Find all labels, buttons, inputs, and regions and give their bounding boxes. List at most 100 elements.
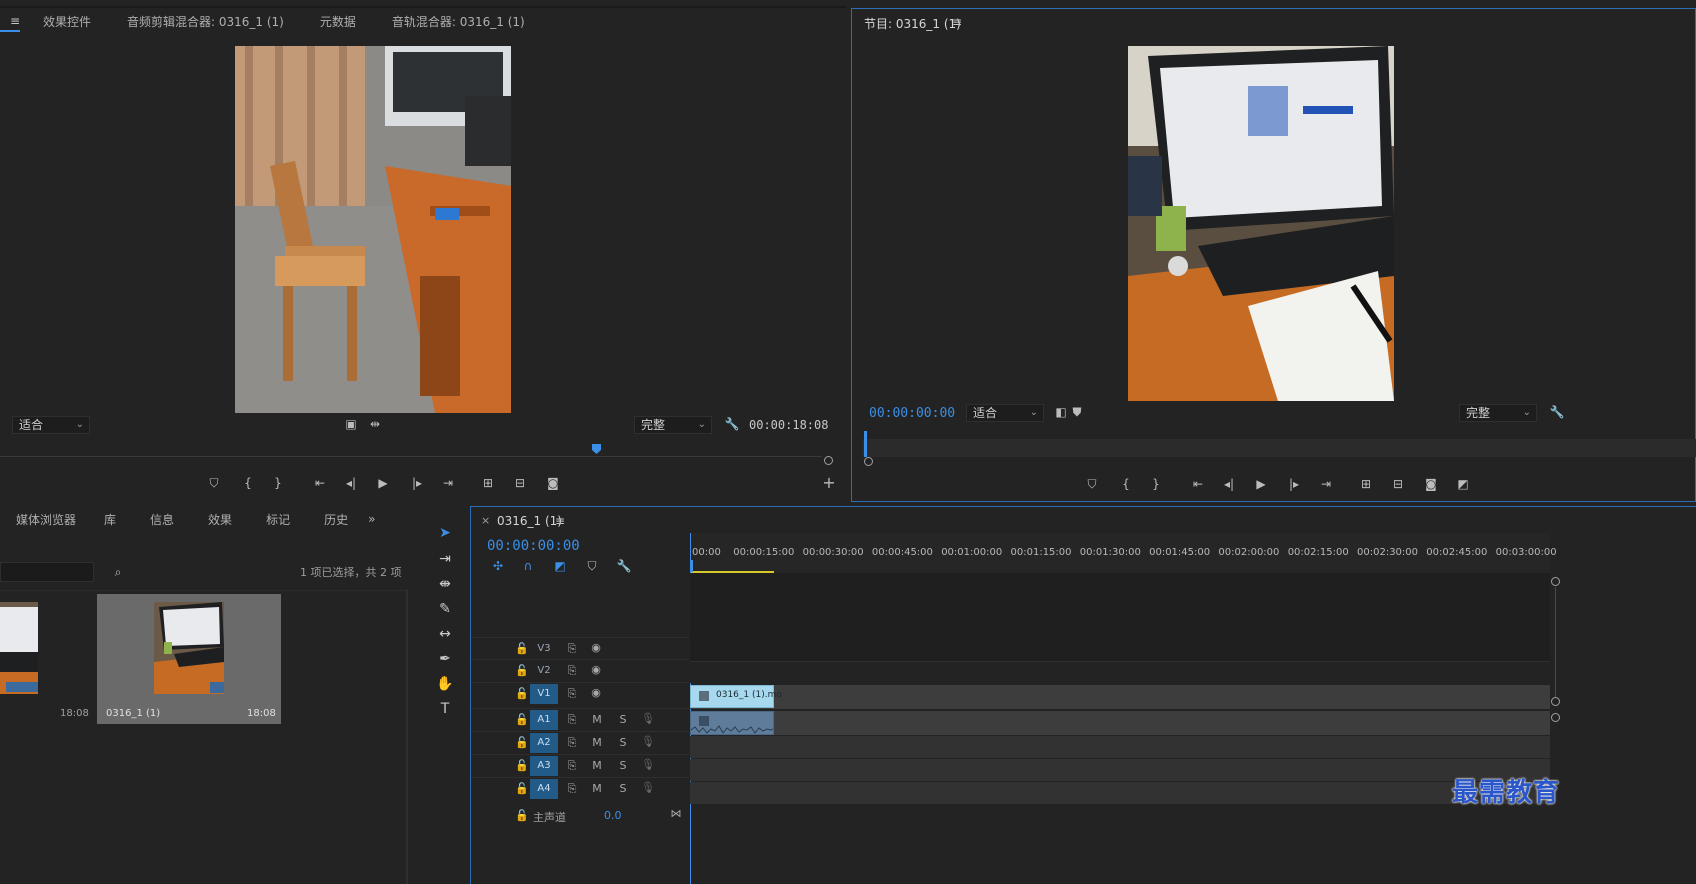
toggle-sync-lock-icon[interactable]: ⎘ <box>565 736 579 750</box>
snap-icon[interactable]: ✣ <box>487 557 509 575</box>
track-area[interactable]: 0316_1 (1).mo <box>690 573 1550 884</box>
program-fit-dropdown[interactable]: 适合 ⌄ <box>966 404 1044 422</box>
source-playhead[interactable] <box>592 444 601 454</box>
play-icon[interactable]: ▶ <box>1250 475 1272 493</box>
go-to-in-icon[interactable]: ⇤ <box>309 474 331 492</box>
mute-button[interactable]: M <box>592 759 602 772</box>
menu-icon[interactable]: ≡ <box>10 14 20 28</box>
tab-markers[interactable]: 标记 <box>266 511 290 528</box>
hand-tool-icon[interactable]: ✋ <box>431 673 459 695</box>
go-to-end-icon[interactable]: ⋈ <box>669 807 683 820</box>
toggle-sync-lock-icon[interactable]: ⎘ <box>565 782 579 796</box>
source-video-frame[interactable] <box>235 46 511 413</box>
tab-audio-clip-mixer[interactable]: 音频剪辑混合器: 0316_1 (1) <box>127 13 284 30</box>
step-forward-icon[interactable]: |▸ <box>406 474 428 492</box>
video-clip[interactable]: 0316_1 (1).mo <box>690 685 782 708</box>
ripple-edit-tool-icon[interactable]: ⇼ <box>431 573 459 595</box>
add-button-icon[interactable]: + <box>818 474 840 492</box>
project-scrollbar[interactable] <box>406 590 408 884</box>
nest-icon[interactable]: ◩ <box>549 557 571 575</box>
track-target-toggle[interactable]: A2 <box>530 733 558 753</box>
lock-icon[interactable]: 🔓 <box>515 664 529 677</box>
lock-icon[interactable]: 🔓 <box>515 687 529 700</box>
toggle-sync-lock-icon[interactable]: ⎘ <box>565 664 579 678</box>
wrench-icon[interactable]: 🔧 <box>721 415 743 433</box>
add-marker-icon[interactable]: ⛉ <box>581 557 603 575</box>
wrench-icon[interactable]: 🔧 <box>1546 403 1568 421</box>
microphone-icon[interactable]: 🎙 <box>641 735 655 748</box>
mute-button[interactable]: M <box>592 713 602 726</box>
wrench-icon[interactable]: 🔧 <box>613 557 635 575</box>
mute-button[interactable]: M <box>592 782 602 795</box>
lock-icon[interactable]: 🔓 <box>515 759 529 772</box>
go-to-out-icon[interactable]: ⇥ <box>437 474 459 492</box>
tab-libraries[interactable]: 库 <box>104 511 116 528</box>
tab-info[interactable]: 信息 <box>150 511 174 528</box>
tab-metadata[interactable]: 元数据 <box>320 13 356 30</box>
lock-icon[interactable]: 🔓 <box>515 782 529 795</box>
microphone-icon[interactable]: 🎙 <box>641 781 655 794</box>
search-input[interactable] <box>0 562 94 582</box>
lock-icon[interactable]: 🔓 <box>515 736 529 749</box>
track-target-toggle[interactable]: V3 <box>530 639 558 659</box>
slip-tool-icon[interactable]: ↔ <box>431 623 459 645</box>
lock-icon[interactable]: 🔓 <box>515 713 529 726</box>
track-target-toggle[interactable]: A1 <box>530 710 558 730</box>
solo-button[interactable]: S <box>618 713 628 726</box>
track-target-toggle[interactable]: A3 <box>530 756 558 776</box>
eye-icon[interactable]: ◉ <box>589 686 603 699</box>
program-playhead[interactable] <box>864 431 867 457</box>
source-time-ruler[interactable] <box>0 440 836 465</box>
tab-media-browser[interactable]: 媒体浏览器 <box>16 511 76 528</box>
export-frame-icon[interactable]: ◙ <box>542 474 564 492</box>
program-video-frame[interactable] <box>1128 46 1394 401</box>
menu-icon[interactable]: ≡ <box>555 514 565 528</box>
program-zoom-handle[interactable] <box>864 457 873 466</box>
add-marker-icon[interactable]: ⛉ <box>203 474 225 492</box>
export-frame-icon[interactable]: ◙ <box>1420 475 1442 493</box>
audio-clip[interactable] <box>690 711 774 735</box>
solo-button[interactable]: S <box>618 782 628 795</box>
step-back-icon[interactable]: ◂| <box>1218 475 1240 493</box>
search-icon[interactable]: ⌕ <box>107 563 129 581</box>
source-drag-video-icon[interactable]: ⇹ <box>364 415 386 433</box>
close-icon[interactable]: × <box>481 514 490 527</box>
lock-icon[interactable]: 🔓 <box>515 809 529 822</box>
sequence-tab[interactable]: 0316_1 (1) <box>497 514 562 528</box>
vertical-zoom-handle[interactable] <box>1551 577 1560 586</box>
source-fit-dropdown[interactable]: 适合 ⌄ <box>12 416 90 434</box>
tab-effect-controls[interactable]: 效果控件 <box>43 13 91 30</box>
mark-in-icon[interactable]: { <box>1115 475 1137 493</box>
toggle-sync-lock-icon[interactable]: ⎘ <box>565 687 579 701</box>
selection-tool-icon[interactable]: ➤ <box>431 522 459 544</box>
insert-icon[interactable]: ⊞ <box>477 474 499 492</box>
comparison-view-icon[interactable]: ◩ <box>1452 475 1474 493</box>
track-target-toggle[interactable]: V2 <box>530 661 558 681</box>
timeline-ruler[interactable]: 00:00 00:00:15:00 00:00:30:00 00:00:45:00 00… <box>690 533 1557 573</box>
type-tool-icon[interactable]: T <box>431 698 459 720</box>
lock-icon[interactable]: 🔓 <box>515 642 529 655</box>
vertical-zoom-handle[interactable] <box>1551 713 1560 722</box>
toggle-sync-lock-icon[interactable]: ⎘ <box>565 759 579 773</box>
eye-icon[interactable]: ◉ <box>589 641 603 654</box>
solo-button[interactable]: S <box>618 759 628 772</box>
track-target-toggle[interactable]: V1 <box>530 684 558 704</box>
shield-icon[interactable]: ⛊ <box>1066 403 1088 421</box>
project-item-selected[interactable]: 0316_1 (1) 18:08 <box>97 594 281 724</box>
tab-history[interactable]: 历史 <box>324 511 348 528</box>
track-select-tool-icon[interactable]: ⇥ <box>431 548 459 570</box>
vertical-zoom-handle[interactable] <box>1551 697 1560 706</box>
program-timecode[interactable]: 00:00:00:00 <box>869 406 955 421</box>
play-icon[interactable]: ▶ <box>372 474 394 492</box>
menu-icon[interactable]: ≡ <box>952 15 962 29</box>
extract-icon[interactable]: ⊟ <box>1387 475 1409 493</box>
add-marker-icon[interactable]: ⛉ <box>1081 475 1103 493</box>
razor-tool-icon[interactable]: ✎ <box>431 598 459 620</box>
mark-out-icon[interactable]: } <box>267 474 289 492</box>
source-quality-dropdown[interactable]: 完整 ⌄ <box>634 416 712 434</box>
program-quality-dropdown[interactable]: 完整 ⌄ <box>1459 404 1537 422</box>
source-settings-icon[interactable]: ▣ <box>340 415 362 433</box>
toggle-sync-lock-icon[interactable]: ⎘ <box>565 713 579 727</box>
solo-button[interactable]: S <box>618 736 628 749</box>
eye-icon[interactable]: ◉ <box>589 663 603 676</box>
